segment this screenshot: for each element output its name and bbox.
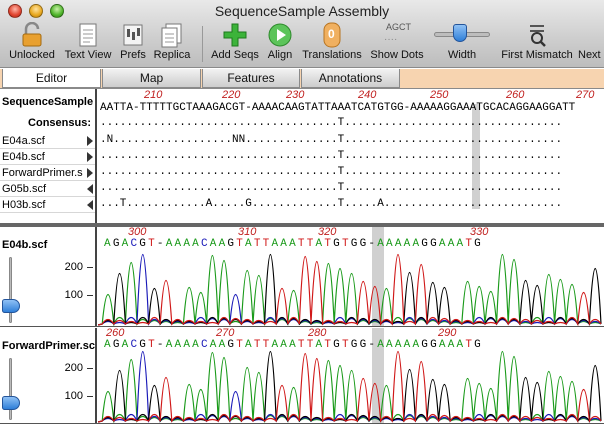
reference-name[interactable]: SequenceSample — [0, 94, 95, 110]
replica-icon — [160, 22, 184, 48]
read-sequence[interactable]: ....................................T...… — [100, 166, 562, 178]
trace-scale-slider[interactable] — [9, 358, 12, 420]
consensus-label: Consensus: — [28, 117, 91, 129]
prefs-button[interactable]: Prefs — [117, 22, 149, 66]
trace-curve-A — [98, 253, 602, 326]
read-name: E04a.scf — [2, 135, 45, 147]
trace-curve-C — [98, 253, 602, 326]
ruler-number: 260 — [506, 89, 525, 101]
window-toolbar: SequenceSample Assembly Unlocked Text Vi… — [0, 0, 604, 68]
y-axis-label: 100 — [64, 289, 83, 301]
first-mismatch-icon — [526, 22, 548, 48]
read-sequence[interactable]: ....................................T...… — [100, 182, 562, 194]
y-axis-tick — [87, 368, 93, 369]
trace-scale-slider[interactable] — [9, 257, 12, 323]
unlocked-button[interactable]: Unlocked — [6, 21, 58, 66]
plus-icon — [222, 22, 248, 48]
chromatogram-plot[interactable]: 260 270 280 290 AGACGT-AAAACAAGTATTAAATTATGT… — [98, 328, 604, 423]
show-dots-icon: AGCT ···· — [384, 22, 412, 45]
trace-sidebar: ForwardPrimer.sc 200 100 — [0, 328, 97, 423]
chromatogram-plot[interactable]: 300 310 320 330 AGACGT-AAAACAAGTATTAAATTATGT… — [98, 227, 604, 326]
read-name: E04b.scf — [2, 151, 45, 163]
tab-features[interactable]: Features — [202, 69, 300, 88]
read-name-row[interactable]: G05b.scf — [0, 181, 95, 197]
prefs-icon — [122, 22, 144, 48]
trace-sidebar: E04b.scf 200 100 — [0, 227, 97, 326]
trace-title: ForwardPrimer.sc — [2, 340, 95, 352]
reverse-strand-icon — [87, 184, 93, 194]
document-icon — [78, 22, 98, 48]
width-slider-icon[interactable] — [432, 22, 492, 48]
trace-curve-T — [98, 350, 602, 423]
width-control[interactable]: Width — [430, 22, 494, 66]
trace-panel: E04b.scf 200 100 300 310 320 330 AGACGT-AAAACAA… — [0, 227, 604, 327]
trace-curve-C — [98, 350, 602, 423]
translations-button[interactable]: 0 Translations — [300, 22, 364, 66]
trace-curve-T — [98, 253, 602, 326]
reference-sequence[interactable]: AATTA-TTTTTGCTAAAGACGT-AAAACAAGTATTAAATC… — [100, 102, 575, 114]
read-sequence[interactable]: ....................................T...… — [100, 150, 562, 162]
read-name-row[interactable]: E04a.scf — [0, 133, 95, 149]
trace-curve-A — [98, 350, 602, 423]
chromatogram-traces — [98, 253, 602, 326]
forward-strand-icon — [87, 136, 93, 146]
chromatogram-traces — [98, 350, 602, 423]
add-seqs-button[interactable]: Add Seqs — [211, 22, 259, 66]
read-name: ForwardPrimer.s — [2, 167, 83, 179]
align-button[interactable]: Align — [264, 22, 296, 66]
ruler-number: 210 — [144, 89, 163, 101]
y-axis-tick — [87, 267, 93, 268]
ruler-number: 270 — [576, 89, 595, 101]
trace-curve-G — [98, 253, 602, 326]
read-name-row[interactable]: E04b.scf — [0, 149, 95, 165]
read-name: H03b.scf — [2, 199, 46, 211]
window-title: SequenceSample Assembly — [214, 3, 390, 19]
replica-button[interactable]: Replica — [152, 22, 192, 66]
first-mismatch-button[interactable]: First Mismatch — [499, 22, 575, 66]
y-axis-label: 200 — [64, 362, 83, 374]
trace-scale-knob[interactable] — [2, 396, 20, 410]
tab-editor[interactable]: Editor — [2, 69, 101, 88]
play-icon — [267, 22, 293, 48]
next-icon — [582, 22, 604, 48]
show-dots-button[interactable]: AGCT ···· Show Dots — [369, 22, 425, 66]
sequence-names-column: SequenceSample Consensus: E04a.scf E04b.s… — [0, 89, 97, 225]
padlock-icon — [20, 21, 44, 48]
view-tabs: Editor Map Features Annotations — [0, 69, 604, 89]
read-name-row[interactable]: ForwardPrimer.s — [0, 165, 95, 181]
ruler-number: 230 — [286, 89, 305, 101]
next-button[interactable]: Next — [578, 22, 604, 66]
text-view-button[interactable]: Text View — [62, 22, 114, 66]
ruler-number: 220 — [222, 89, 241, 101]
trace-panel: ForwardPrimer.sc 200 100 260 270 280 290 AGACGT… — [0, 328, 604, 424]
trace-curve-G — [98, 350, 602, 423]
read-name-row[interactable]: H03b.scf — [0, 197, 95, 213]
y-axis-tick — [87, 295, 93, 296]
y-axis-tick — [87, 396, 93, 397]
y-axis-label: 200 — [64, 261, 83, 273]
reverse-strand-icon — [87, 200, 93, 210]
translations-icon: 0 — [321, 22, 343, 48]
ruler-number: 250 — [430, 89, 449, 101]
trace-title: E04b.scf — [2, 239, 48, 251]
trace-scale-knob[interactable] — [2, 299, 20, 313]
tab-annotations[interactable]: Annotations — [301, 69, 400, 88]
tab-map[interactable]: Map — [102, 69, 201, 88]
alignment-view[interactable]: 210 220 230 240 250 260 270 AATTA-TTTTTGCTAAAG… — [98, 89, 604, 225]
toolbar-separator — [202, 26, 203, 62]
consensus-sequence[interactable]: ....................................T...… — [100, 117, 562, 129]
y-axis-label: 100 — [64, 390, 83, 402]
forward-strand-icon — [87, 168, 93, 178]
forward-strand-icon — [87, 152, 93, 162]
read-sequence[interactable]: ...T............A.....G.............T...… — [100, 198, 562, 210]
ruler-number: 240 — [358, 89, 377, 101]
read-sequence[interactable]: .N..................NN..............T...… — [100, 134, 562, 146]
read-name: G05b.scf — [2, 183, 47, 195]
